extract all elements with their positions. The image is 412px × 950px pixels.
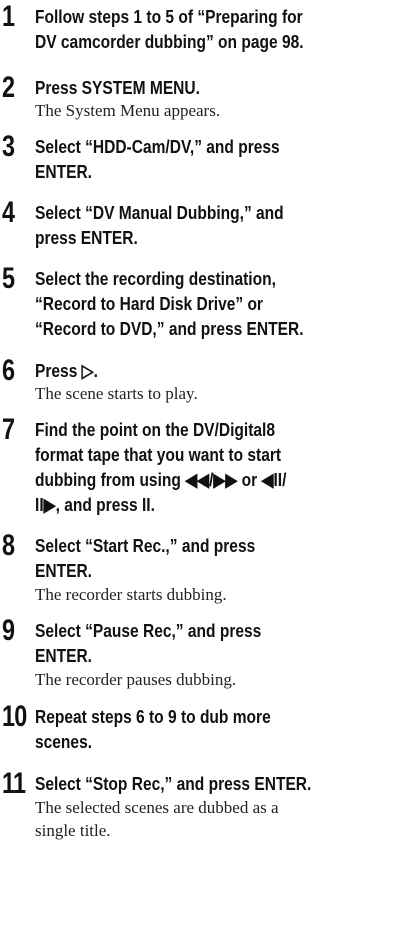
heading-line: Press SYSTEM MENU.: [35, 77, 200, 98]
heading-line: dubbing from using ◀◀/▶▶ or ◀II/: [35, 469, 287, 490]
description-line: The System Menu appears.: [35, 101, 221, 120]
step-heading: Select “Pause Rec,” and press ENTER.: [35, 618, 388, 668]
step-number: 1: [2, 0, 15, 33]
step-heading: Select the recording destination, “Recor…: [35, 266, 388, 341]
description-line: The selected scenes are dubbed as a: [35, 798, 279, 817]
description-line: The recorder pauses dubbing.: [35, 670, 237, 689]
step-number: 2: [2, 71, 15, 104]
instruction-page: 1 Follow steps 1 to 5 of “Preparing for …: [0, 0, 412, 950]
step-heading: Repeat steps 6 to 9 to dub more scenes.: [35, 704, 388, 754]
heading-line: ENTER.: [35, 560, 92, 581]
step-heading: Select “DV Manual Dubbing,” and press EN…: [35, 200, 388, 250]
step-description: The scene starts to play.: [35, 382, 405, 405]
step-heading: Select “Stop Rec,” and press ENTER.: [35, 771, 388, 796]
heading-line: Select “Start Rec.,” and press: [35, 535, 256, 556]
step-number: 11: [2, 767, 26, 800]
heading-line: Select “HDD-Cam/DV,” and press: [35, 136, 280, 157]
heading-line: Repeat steps 6 to 9 to dub more: [35, 706, 271, 727]
step-heading: Find the point on the DV/Digital8 format…: [35, 417, 388, 517]
description-line: The scene starts to play.: [35, 384, 198, 403]
step-number: 3: [2, 130, 15, 163]
heading-line: Follow steps 1 to 5 of “Preparing for: [35, 6, 303, 27]
heading-line: scenes.: [35, 731, 93, 752]
heading-line: II▶, and press II.: [35, 494, 155, 515]
step-description: The selected scenes are dubbed as a sing…: [35, 796, 405, 842]
step-description: The recorder starts dubbing.: [35, 583, 405, 606]
heading-line: Find the point on the DV/Digital8: [35, 419, 275, 440]
step-number: 8: [2, 529, 15, 562]
heading-line: “Record to Hard Disk Drive” or: [35, 293, 263, 314]
heading-line: Select “Stop Rec,” and press ENTER.: [35, 773, 312, 794]
step-heading: Select “Start Rec.,” and press ENTER.: [35, 533, 388, 583]
heading-line: ENTER.: [35, 161, 92, 182]
heading-line: press ENTER.: [35, 227, 138, 248]
step-number: 9: [2, 614, 15, 647]
description-line: The recorder starts dubbing.: [35, 585, 227, 604]
heading-line: “Record to DVD,” and press ENTER.: [35, 318, 304, 339]
step-number: 10: [2, 700, 27, 733]
heading-line: Select “DV Manual Dubbing,” and: [35, 202, 284, 223]
step-heading: Follow steps 1 to 5 of “Preparing for DV…: [35, 4, 388, 54]
step-heading: Select “HDD-Cam/DV,” and press ENTER.: [35, 134, 388, 184]
step-description: The recorder pauses dubbing.: [35, 668, 405, 691]
step-heading: Press SYSTEM MENU.: [35, 75, 388, 100]
step-heading: Press ▷.: [35, 358, 388, 383]
step-description: The System Menu appears.: [35, 99, 405, 122]
step-number: 4: [2, 196, 15, 229]
description-line: single title.: [35, 821, 111, 840]
heading-line: DV camcorder dubbing” on page 98.: [35, 31, 304, 52]
heading-line: Select “Pause Rec,” and press: [35, 620, 262, 641]
step-number: 5: [2, 262, 15, 295]
heading-line: Press ▷.: [35, 360, 98, 381]
heading-line: format tape that you want to start: [35, 444, 282, 465]
step-number: 7: [2, 413, 15, 446]
step-number: 6: [2, 354, 15, 387]
heading-line: ENTER.: [35, 645, 92, 666]
heading-line: Select the recording destination,: [35, 268, 276, 289]
